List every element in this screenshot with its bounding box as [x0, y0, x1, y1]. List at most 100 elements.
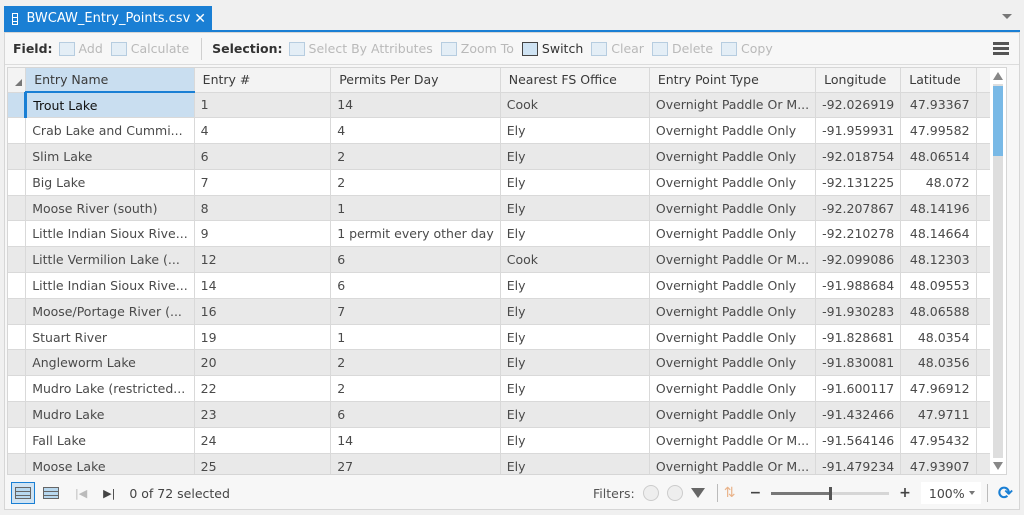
cell-entry-number[interactable]: 24: [194, 427, 332, 454]
cell-permits-per-day[interactable]: 1: [330, 324, 501, 351]
table-row[interactable]: Slim Lake 6 2 Ely Overnight Paddle Only -92.0…: [8, 143, 1006, 170]
row-selector[interactable]: [8, 298, 27, 325]
cell-entry-name[interactable]: Moose Lake: [25, 453, 195, 474]
select-all-corner[interactable]: [8, 68, 27, 93]
scroll-up-icon[interactable]: [993, 72, 1003, 80]
cell-entry-point-type[interactable]: Overnight Paddle Or M...: [649, 427, 817, 454]
cell-nearest-fs-office[interactable]: Ely: [500, 427, 650, 454]
cell-nearest-fs-office[interactable]: Ely: [500, 298, 650, 325]
cell-latitude[interactable]: 48.0356: [900, 349, 977, 377]
cell-permits-per-day[interactable]: 2: [330, 169, 501, 196]
column-header-longitude[interactable]: Longitude: [815, 68, 902, 93]
table-row[interactable]: Fall Lake 24 14 Ely Overnight Paddle Or M...…: [8, 427, 1006, 454]
cell-nearest-fs-office[interactable]: Ely: [500, 375, 650, 403]
table-row[interactable]: Little Indian Sioux Rive... 9 1 permit eve…: [8, 220, 1006, 248]
select-by-attributes-button[interactable]: Select By Attributes: [288, 41, 433, 56]
cell-entry-name[interactable]: Little Indian Sioux Rive...: [25, 272, 195, 299]
cell-entry-number[interactable]: 14: [194, 272, 332, 299]
column-header-latitude[interactable]: Latitude: [900, 68, 977, 93]
cell-nearest-fs-office[interactable]: Cook: [500, 246, 650, 274]
column-header-permits-per-day[interactable]: Permits Per Day: [330, 68, 501, 93]
cell-entry-point-type[interactable]: Overnight Paddle Only: [649, 195, 817, 222]
cell-entry-point-type[interactable]: Overnight Paddle Or M...: [649, 92, 817, 119]
row-selector[interactable]: [8, 401, 27, 428]
cell-permits-per-day[interactable]: 6: [330, 246, 501, 274]
cell-entry-number[interactable]: 12: [194, 246, 332, 274]
cell-entry-point-type[interactable]: Overnight Paddle Only: [649, 272, 817, 299]
cell-longitude[interactable]: -91.930283: [815, 298, 902, 325]
calculate-field-button[interactable]: Calculate: [110, 41, 189, 56]
cell-latitude[interactable]: 48.14664: [900, 220, 977, 248]
cell-latitude[interactable]: 47.96912: [900, 375, 977, 403]
cell-permits-per-day[interactable]: 4: [330, 117, 501, 145]
cell-longitude[interactable]: -92.207867: [815, 195, 902, 222]
cell-entry-number[interactable]: 7: [194, 169, 332, 196]
row-selector[interactable]: [8, 92, 27, 119]
table-row[interactable]: Big Lake 7 2 Ely Overnight Paddle Only -92.13…: [8, 169, 1006, 196]
cell-longitude[interactable]: -92.099086: [815, 246, 902, 274]
cell-entry-name[interactable]: Little Vermilion Lake (...: [25, 246, 195, 274]
cell-entry-name[interactable]: Slim Lake: [25, 143, 195, 170]
show-all-records-button[interactable]: [11, 482, 35, 504]
cell-entry-name[interactable]: Trout Lake: [24, 92, 195, 119]
cell-latitude[interactable]: 48.06588: [900, 298, 977, 325]
cell-entry-name[interactable]: Moose/Portage River (...: [25, 298, 195, 325]
sort-toggle-icon[interactable]: ⇅: [724, 485, 736, 501]
column-header-entry-number[interactable]: Entry #: [194, 68, 332, 93]
row-selector[interactable]: [8, 375, 27, 403]
cell-nearest-fs-office[interactable]: Ely: [500, 117, 650, 145]
column-header-entry-name[interactable]: Entry Name: [25, 68, 195, 93]
first-record-icon[interactable]: |◀: [75, 487, 87, 500]
zoom-slider-knob[interactable]: [829, 487, 833, 500]
add-field-button[interactable]: Add: [58, 41, 103, 56]
cell-latitude[interactable]: 48.06514: [900, 143, 977, 170]
show-selected-records-button[interactable]: [39, 482, 63, 504]
cell-permits-per-day[interactable]: 1 permit every other day: [330, 220, 501, 248]
last-record-icon[interactable]: ▶|: [103, 487, 115, 500]
cell-nearest-fs-office[interactable]: Ely: [500, 349, 650, 377]
tab-bwcaw-entry-points[interactable]: BWCAW_Entry_Points.csv ✕: [4, 6, 212, 31]
cell-nearest-fs-office[interactable]: Ely: [500, 401, 650, 428]
clear-selection-button[interactable]: Clear: [591, 41, 644, 56]
table-row[interactable]: Moose River (south) 8 1 Ely Overnight Paddle…: [8, 195, 1006, 222]
row-selector[interactable]: [8, 117, 27, 145]
cell-entry-number[interactable]: 1: [194, 92, 332, 119]
cell-permits-per-day[interactable]: 2: [330, 375, 501, 403]
row-selector[interactable]: [8, 272, 27, 299]
zoom-level-dropdown[interactable]: 100%: [920, 482, 981, 504]
cell-longitude[interactable]: -91.600117: [815, 375, 902, 403]
cell-nearest-fs-office[interactable]: Ely: [500, 195, 650, 222]
cell-nearest-fs-office[interactable]: Ely: [500, 272, 650, 299]
row-selector[interactable]: [8, 453, 27, 474]
cell-entry-point-type[interactable]: Overnight Paddle Or M...: [649, 246, 817, 274]
cell-entry-point-type[interactable]: Overnight Paddle Only: [649, 220, 817, 248]
cell-permits-per-day[interactable]: 27: [330, 453, 501, 474]
table-row[interactable]: Little Vermilion Lake (... 12 6 Cook Overnig…: [8, 246, 1006, 274]
zoom-out-button[interactable]: −: [749, 485, 761, 501]
cell-latitude[interactable]: 48.0354: [900, 324, 977, 351]
row-selector[interactable]: [8, 324, 27, 351]
cell-permits-per-day[interactable]: 14: [330, 427, 501, 454]
zoom-in-button[interactable]: +: [899, 485, 911, 501]
cell-entry-name[interactable]: Mudro Lake: [25, 401, 195, 428]
table-row[interactable]: Angleworm Lake 20 2 Ely Overnight Paddle Onl…: [8, 349, 1006, 377]
vertical-scrollbar[interactable]: [990, 68, 1006, 474]
row-selector[interactable]: [8, 246, 27, 274]
table-row[interactable]: Mudro Lake (restricted... 22 2 Ely Overnight…: [8, 375, 1006, 403]
column-header-entry-point-type[interactable]: Entry Point Type: [649, 68, 817, 93]
cell-latitude[interactable]: 48.072: [900, 169, 977, 196]
cell-entry-point-type[interactable]: Overnight Paddle Only: [649, 143, 817, 170]
cell-entry-point-type[interactable]: Overnight Paddle Only: [649, 117, 817, 145]
cell-nearest-fs-office[interactable]: Ely: [500, 143, 650, 170]
cell-longitude[interactable]: -91.432466: [815, 401, 902, 428]
cell-longitude[interactable]: -92.131225: [815, 169, 902, 196]
cell-permits-per-day[interactable]: 2: [330, 349, 501, 377]
delete-button[interactable]: Delete: [651, 41, 713, 56]
cell-entry-point-type[interactable]: Overnight Paddle Only: [649, 324, 817, 351]
cell-entry-point-type[interactable]: Overnight Paddle Or M...: [649, 453, 817, 474]
range-filter-icon[interactable]: [666, 485, 683, 501]
row-selector[interactable]: [8, 143, 27, 170]
cell-entry-point-type[interactable]: Overnight Paddle Only: [649, 169, 817, 196]
row-selector[interactable]: [8, 195, 27, 222]
cell-entry-number[interactable]: 23: [194, 401, 332, 428]
